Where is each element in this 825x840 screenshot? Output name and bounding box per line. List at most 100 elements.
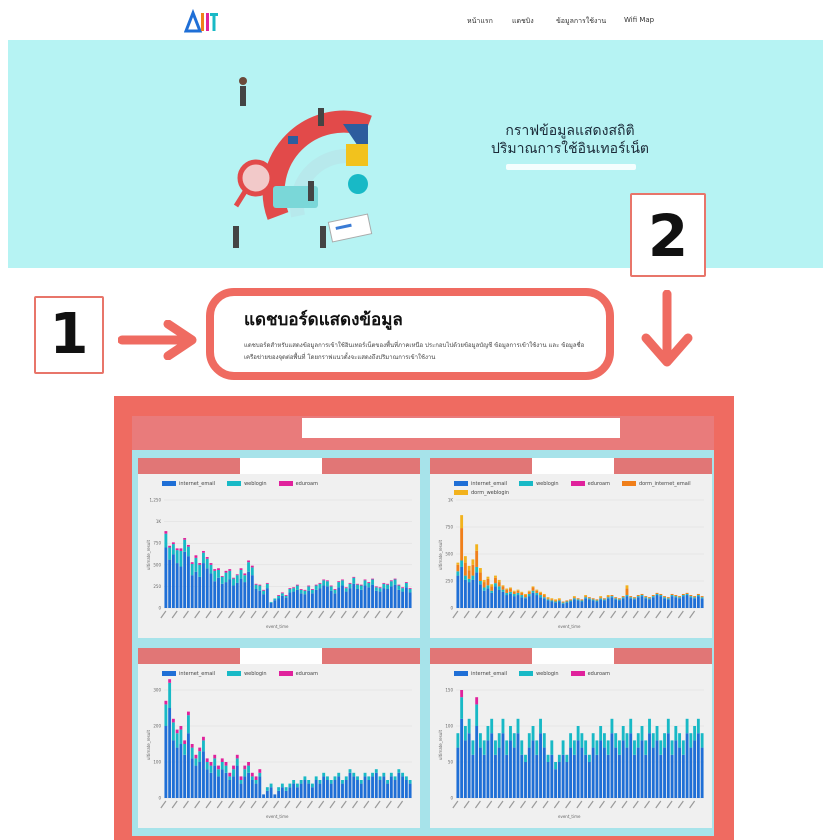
chart-bar[interactable] — [389, 580, 393, 582]
chart-bar[interactable] — [314, 585, 318, 590]
chart-bar[interactable] — [217, 569, 220, 578]
chart-bar[interactable] — [490, 718, 494, 734]
chart-bar[interactable] — [460, 566, 464, 608]
chart-bar[interactable] — [235, 575, 239, 583]
chart-bar[interactable] — [467, 718, 471, 734]
chart-bar[interactable] — [539, 733, 542, 798]
chart-bar[interactable] — [636, 596, 640, 598]
chart-bar[interactable] — [198, 762, 202, 798]
chart-bar[interactable] — [659, 754, 663, 798]
chart-bar[interactable] — [322, 579, 326, 581]
chart-bar[interactable] — [389, 581, 393, 587]
chart-bar[interactable] — [232, 585, 235, 608]
chart-bar[interactable] — [329, 783, 333, 798]
chart-bar[interactable] — [482, 579, 486, 583]
chart-bar[interactable] — [648, 598, 651, 600]
chart-bar[interactable] — [198, 747, 202, 752]
chart-bar[interactable] — [554, 769, 558, 798]
chart-bar[interactable] — [685, 733, 689, 798]
chart-bar[interactable] — [655, 592, 659, 594]
chart-bar[interactable] — [527, 747, 531, 798]
chart-bar[interactable] — [408, 780, 412, 784]
chart-bar[interactable] — [640, 726, 644, 741]
chart-bar[interactable] — [310, 593, 314, 608]
chart-bar[interactable] — [610, 595, 614, 597]
chart-bar[interactable] — [524, 595, 527, 598]
chart-bar[interactable] — [602, 599, 606, 601]
chart-bar[interactable] — [359, 780, 363, 784]
chart-bar[interactable] — [393, 776, 397, 780]
chart-bar[interactable] — [288, 787, 292, 798]
chart-bar[interactable] — [542, 747, 546, 798]
chart-bar[interactable] — [696, 718, 700, 734]
chart-bar[interactable] — [565, 601, 569, 603]
chart-bar[interactable] — [460, 690, 464, 698]
chart-bar[interactable] — [629, 733, 633, 798]
chart-bar[interactable] — [348, 583, 352, 589]
chart-bar[interactable] — [232, 776, 235, 798]
chart-bar[interactable] — [386, 583, 390, 585]
chart-bar[interactable] — [542, 595, 546, 598]
chart-bar[interactable] — [505, 740, 509, 755]
chart-bar[interactable] — [235, 765, 239, 798]
chart-bar[interactable] — [696, 596, 700, 608]
chart-bar[interactable] — [307, 585, 311, 587]
chart-bar[interactable] — [209, 564, 213, 574]
chart-bar[interactable] — [636, 747, 640, 798]
chart-bar[interactable] — [326, 580, 329, 582]
chart-bar[interactable] — [516, 592, 520, 596]
chart-bar[interactable] — [599, 597, 603, 599]
chart-bar[interactable] — [478, 584, 482, 608]
chart-bar[interactable] — [359, 585, 363, 590]
chart-bar[interactable] — [561, 603, 565, 608]
chart-bar[interactable] — [205, 558, 209, 569]
chart-bar[interactable] — [497, 747, 501, 798]
chart-bar[interactable] — [393, 780, 397, 798]
chart-bar[interactable] — [318, 588, 322, 608]
chart-bar[interactable] — [190, 563, 194, 576]
chart-bar[interactable] — [674, 597, 678, 608]
chart-bar[interactable] — [393, 578, 397, 580]
chart-bar[interactable] — [164, 531, 168, 534]
chart-bar[interactable] — [486, 578, 490, 586]
chart-bar[interactable] — [239, 568, 243, 570]
chart-bar[interactable] — [318, 780, 322, 784]
chart-bar[interactable] — [610, 718, 614, 734]
chart-bar[interactable] — [344, 591, 348, 608]
chart-bar[interactable] — [531, 726, 535, 741]
chart-bar[interactable] — [501, 586, 505, 590]
chart-bar[interactable] — [303, 590, 307, 595]
chart-bar[interactable] — [318, 783, 322, 798]
chart-bar[interactable] — [629, 718, 633, 734]
chart-bar[interactable] — [205, 568, 209, 608]
chart-bar[interactable] — [232, 769, 235, 777]
chart-bar[interactable] — [463, 562, 467, 576]
chart-bar[interactable] — [254, 776, 258, 780]
chart-bar[interactable] — [288, 592, 292, 608]
chart-bar[interactable] — [194, 557, 198, 572]
chart-bar[interactable] — [386, 783, 390, 798]
chart-bar[interactable] — [277, 790, 281, 798]
chart-bar[interactable] — [175, 733, 179, 748]
chart-bar[interactable] — [587, 599, 591, 608]
chart-bar[interactable] — [333, 588, 337, 590]
chart-bar[interactable] — [352, 583, 356, 608]
chart-bar[interactable] — [202, 563, 205, 608]
chart-bar[interactable] — [273, 598, 277, 601]
chart-bar[interactable] — [310, 787, 314, 798]
chart-bar[interactable] — [591, 599, 595, 601]
chart-bar[interactable] — [509, 588, 512, 592]
chart-bar[interactable] — [299, 589, 303, 594]
chart-bar[interactable] — [224, 582, 228, 608]
chart-bar[interactable] — [546, 599, 550, 601]
chart-bar[interactable] — [572, 754, 576, 798]
chart-bar[interactable] — [576, 599, 580, 601]
chart-bar[interactable] — [490, 584, 494, 587]
chart-bar[interactable] — [509, 591, 512, 594]
chart-bar[interactable] — [471, 564, 475, 576]
chart-bar[interactable] — [497, 582, 501, 587]
chart-bar[interactable] — [220, 576, 224, 577]
chart-bar[interactable] — [456, 733, 460, 748]
chart-bar[interactable] — [258, 585, 262, 591]
chart-bar[interactable] — [284, 790, 288, 798]
